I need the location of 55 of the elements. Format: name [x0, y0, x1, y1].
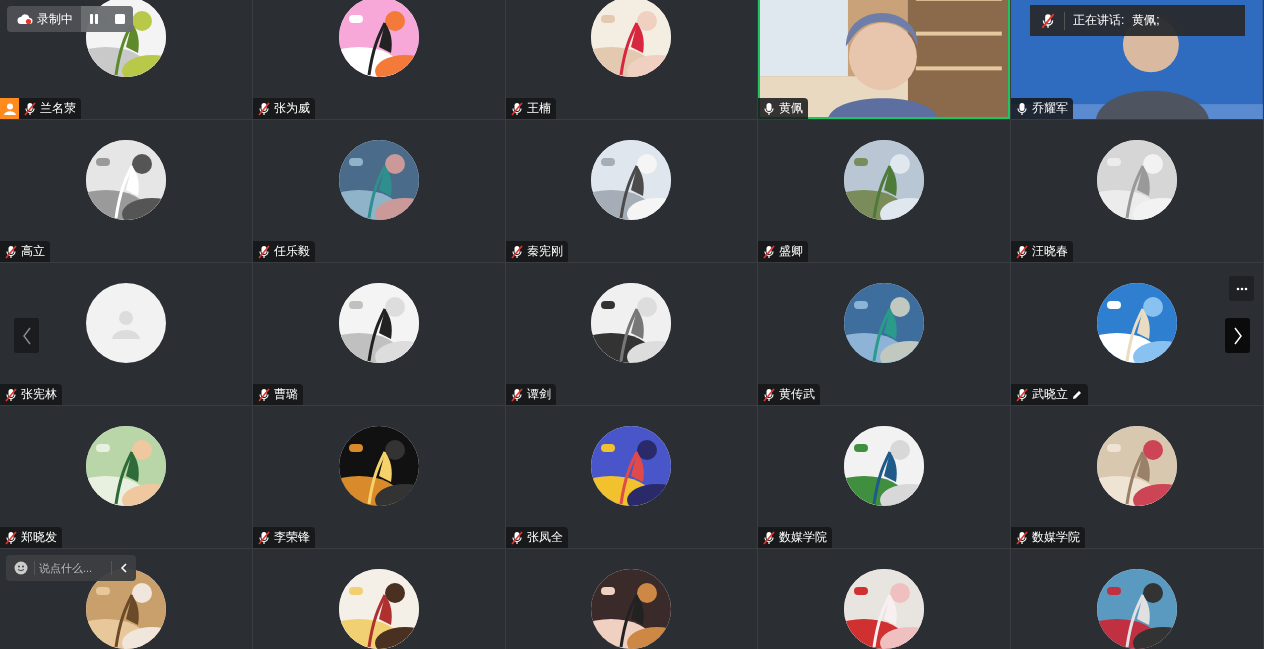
stop-button[interactable] [107, 6, 133, 32]
participant-tile[interactable]: 张凤全 [505, 406, 759, 549]
participant-name: 王楠 [526, 100, 551, 117]
participant-name: 武晓立 [1032, 386, 1069, 403]
previous-page-button[interactable] [14, 318, 39, 353]
participant-name: 汪晓春 [1032, 243, 1069, 260]
participant-name: 乔耀军 [1032, 100, 1069, 117]
participant-tile[interactable]: 数媒学院 [1011, 406, 1264, 549]
chat-bar[interactable]: 说点什么... [6, 555, 136, 581]
participant-name: 秦宪刚 [526, 243, 563, 260]
participant-tile[interactable]: 任乐毅 [252, 120, 506, 263]
participant-name: 张宪林 [21, 386, 57, 403]
participant-name: 任乐毅 [273, 243, 310, 260]
participant-tile[interactable]: 李荣锋 [252, 406, 506, 549]
participant-tile[interactable]: 王楠 [505, 0, 759, 120]
participant-tile[interactable]: 秦宪刚 [505, 120, 759, 263]
speaking-label: 正在讲话: [1073, 12, 1125, 29]
participant-tile[interactable]: 数媒学院 [758, 406, 1012, 549]
participant-name: 高立 [21, 243, 45, 260]
participant-name: 数媒学院 [779, 529, 828, 546]
participant-name: 兰名荥 [40, 100, 76, 117]
chevron-right-icon [1232, 325, 1243, 346]
participant-tile[interactable]: 谭剑 [505, 263, 759, 406]
video-tile[interactable]: 黄佩 [758, 0, 1012, 120]
participant-name: 黄传武 [779, 386, 816, 403]
speaker-name: 黄佩; [1132, 12, 1160, 29]
participant-name: 黄佩 [779, 100, 804, 117]
stop-icon [114, 13, 126, 25]
participant-tile[interactable]: 曹璐 [252, 263, 506, 406]
participant-tile[interactable]: 张为威 [252, 0, 506, 120]
more-icon [1235, 286, 1248, 291]
cloud-recording-icon [17, 13, 33, 25]
participant-name: 盛卿 [779, 243, 804, 260]
participant-tile[interactable]: 高立 [0, 120, 253, 263]
participant-name: 数媒学院 [1032, 529, 1081, 546]
collapse-icon[interactable] [120, 563, 128, 573]
participant-name: 张凤全 [526, 529, 563, 546]
recording-label: 录制中 [37, 10, 73, 28]
pause-button[interactable] [81, 6, 107, 32]
participant-name: 郑晓发 [21, 529, 57, 546]
participant-tile[interactable]: 张宪林 [0, 263, 253, 406]
participant-name: 张为威 [273, 100, 310, 117]
participant-name: 李荣锋 [273, 529, 310, 546]
emoji-icon[interactable] [14, 561, 28, 575]
pause-icon [88, 13, 100, 25]
chevron-left-icon [21, 325, 32, 346]
chat-input[interactable]: 说点什么... [35, 555, 111, 581]
participant-tile[interactable]: 郑晓发 [0, 406, 253, 549]
participant-tile[interactable]: 黄传武 [758, 263, 1012, 406]
participant-tile[interactable]: 盛卿 [758, 120, 1012, 263]
participant-name: 谭剑 [526, 386, 551, 403]
participant-name: 曹璐 [273, 386, 298, 403]
next-page-button[interactable] [1225, 318, 1250, 353]
participant-tile[interactable]: 武晓立 [1011, 263, 1264, 406]
participant-tile[interactable]: 汪晓春 [1011, 120, 1264, 263]
